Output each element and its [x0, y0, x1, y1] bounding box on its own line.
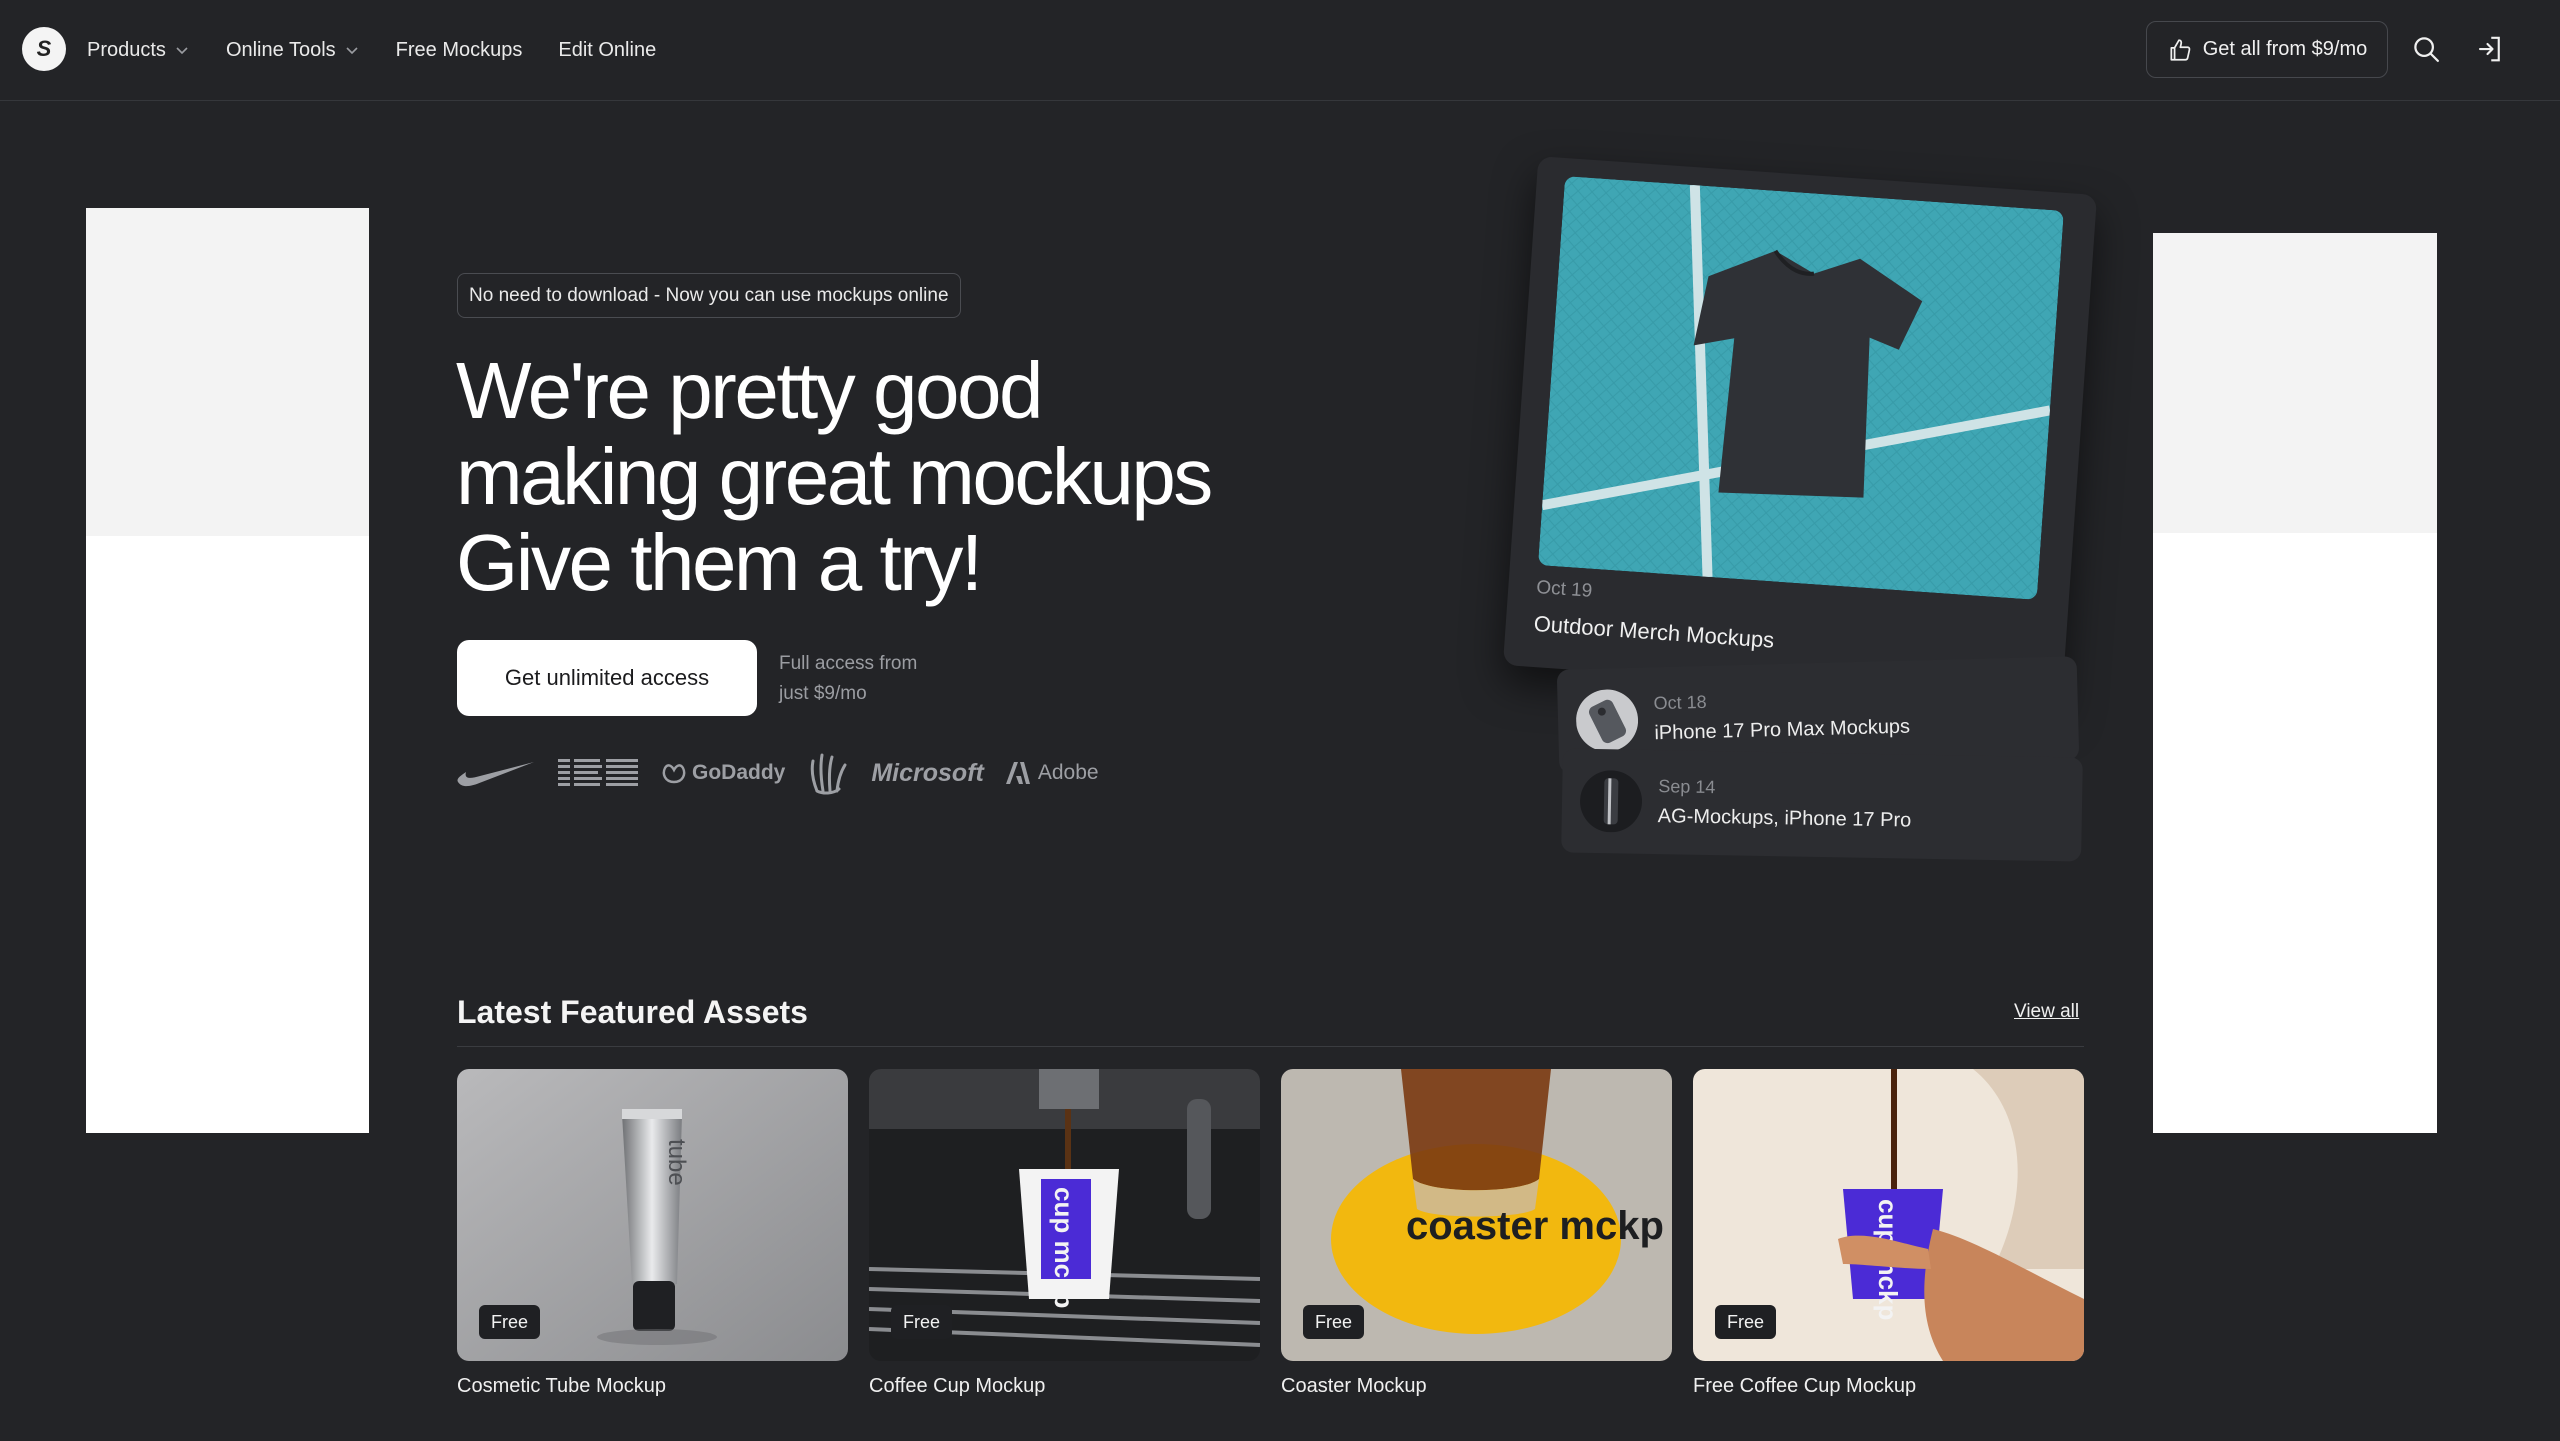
- mini-card-text: Oct 18 iPhone 17 Pro Max Mockups: [1653, 687, 1910, 746]
- chevron-down-icon: [346, 47, 358, 55]
- collections-stack: Oct 19 Outdoor Merch Mockups Oct 18 iPho…: [1500, 156, 2100, 875]
- nike-logo: [457, 762, 534, 787]
- collection-date: Sep 14: [1658, 776, 1716, 798]
- access-price-note: Full access from just $9/mo: [779, 649, 969, 709]
- tshirt-on-court-graphic: [1537, 175, 2064, 600]
- cup-print-text: cup mckp: [1049, 1187, 1079, 1308]
- nav-item-label: Edit Online: [558, 38, 657, 61]
- hero-headline: We're pretty good making great mockups G…: [456, 348, 1356, 606]
- asset-name[interactable]: Cosmetic Tube Mockup: [457, 1375, 848, 1398]
- section-title: Latest Featured Assets: [457, 994, 808, 1030]
- top-navigation-bar: S Products Online Tools Free Mockups Edi…: [0, 0, 2560, 101]
- free-badge: Free: [1715, 1305, 1777, 1339]
- coaster-print-text: coaster mckp: [1406, 1204, 1664, 1248]
- asset-name[interactable]: Coaster Mockup: [1281, 1375, 1672, 1398]
- tube-print-text: tube: [663, 1139, 690, 1186]
- collection-date: Oct 18: [1653, 691, 1707, 714]
- asset-name[interactable]: Free Coffee Cup Mockup: [1693, 1375, 2084, 1398]
- nav-item-products[interactable]: Products: [87, 39, 190, 62]
- free-badge: Free: [479, 1305, 541, 1339]
- main-nav: Products Online Tools Free Mockups Edit …: [87, 0, 656, 100]
- collection-date: Oct 19: [1535, 577, 1593, 602]
- headline-line-3: Give them a try!: [456, 518, 983, 607]
- online-mockups-pill: No need to download - Now you can use mo…: [457, 273, 961, 318]
- access-note-line-2: just $9/mo: [779, 683, 867, 704]
- iphone-thumbnail-graphic: [1575, 688, 1639, 753]
- access-note-line-1: Full access from: [779, 653, 918, 674]
- microsoft-wordmark: Microsoft: [871, 758, 984, 787]
- search-icon: [2414, 37, 2439, 62]
- nav-item-label: Products: [87, 38, 166, 61]
- collection-title: Outdoor Merch Mockups: [1532, 610, 1776, 653]
- nav-item-label: Online Tools: [225, 38, 336, 61]
- asset-card-coaster[interactable]: coaster mckp Free Coaster Mockup: [1281, 1069, 1672, 1398]
- left-panel-shade: [86, 208, 369, 536]
- left-side-panel: [86, 208, 369, 1133]
- ag-mockups-thumbnail-graphic: [1579, 769, 1643, 833]
- mini-card-text: Sep 14 AG-Mockups, iPhone 17 Pro: [1658, 776, 1912, 832]
- nav-item-online-tools[interactable]: Online Tools: [226, 39, 360, 62]
- free-badge: Free: [1303, 1305, 1365, 1339]
- login-button[interactable]: [2471, 30, 2509, 68]
- headline-line-2: making great mockups: [456, 432, 1213, 521]
- collection-card-outdoor-merch[interactable]: Oct 19 Outdoor Merch Mockups: [1502, 156, 2098, 704]
- nav-item-label: Free Mockups: [395, 38, 523, 61]
- asset-image[interactable]: cup mckp Free: [1693, 1069, 2084, 1361]
- adobe-wordmark: Adobe: [1037, 761, 1099, 784]
- get-unlimited-access-button[interactable]: Get unlimited access: [457, 640, 757, 716]
- asset-image[interactable]: cup mckp Free: [869, 1069, 1260, 1361]
- right-panel-shade: [2153, 233, 2437, 533]
- section-divider: [457, 1046, 2084, 1047]
- ibm-logo: [558, 759, 638, 786]
- godaddy-mark-icon: [662, 764, 686, 784]
- adobe-logo: Adobe: [1004, 760, 1099, 786]
- collection-title: iPhone 17 Pro Max Mockups: [1654, 715, 1911, 745]
- chevron-down-icon: [176, 47, 188, 55]
- get-all-label: Get all from $9/mo: [2202, 38, 2368, 60]
- search-button[interactable]: [2407, 30, 2445, 68]
- headline-line-1: We're pretty good: [456, 346, 1043, 435]
- free-badge: Free: [891, 1305, 953, 1339]
- asset-card-coffee-cup[interactable]: cup mckp Free Coffee Cup Mockup: [869, 1069, 1260, 1398]
- get-all-button[interactable]: Get all from $9/mo: [2146, 21, 2388, 78]
- iphone-thumbnail: [1575, 688, 1639, 753]
- asset-image[interactable]: tube Free: [457, 1069, 848, 1361]
- asset-image[interactable]: coaster mckp Free: [1281, 1069, 1672, 1361]
- collection-card-ag-mockups[interactable]: Sep 14 AG-Mockups, iPhone 17 Pro: [1561, 748, 2083, 862]
- outdoor-merch-image: [1537, 175, 2064, 600]
- thumbs-up-icon: [2170, 38, 2191, 61]
- hand-logo: [811, 753, 847, 795]
- site-logo[interactable]: S: [22, 27, 66, 71]
- adobe-mark-icon: [1005, 762, 1030, 784]
- logo-glyph: S: [36, 36, 52, 61]
- view-all-link[interactable]: View all: [2014, 1001, 2079, 1023]
- asset-card-free-coffee-cup[interactable]: cup mckp Free Free Coffee Cup Mockup: [1693, 1069, 2084, 1398]
- right-side-panel: [2153, 233, 2437, 1133]
- godaddy-wordmark: GoDaddy: [692, 761, 786, 784]
- nav-item-free-mockups[interactable]: Free Mockups: [396, 39, 523, 62]
- client-logos: GoDaddy Microsoft Adobe: [456, 748, 1099, 798]
- ag-mockups-thumbnail: [1579, 769, 1643, 833]
- collection-title: AG-Mockups, iPhone 17 Pro: [1657, 805, 1912, 832]
- godaddy-logo: GoDaddy: [660, 760, 785, 786]
- asset-name[interactable]: Coffee Cup Mockup: [869, 1375, 1260, 1398]
- login-icon: [2478, 36, 2500, 62]
- nav-item-edit-online[interactable]: Edit Online: [558, 39, 656, 62]
- asset-card-cosmetic-tube[interactable]: tube Free Cosmetic Tube Mockup: [457, 1069, 848, 1398]
